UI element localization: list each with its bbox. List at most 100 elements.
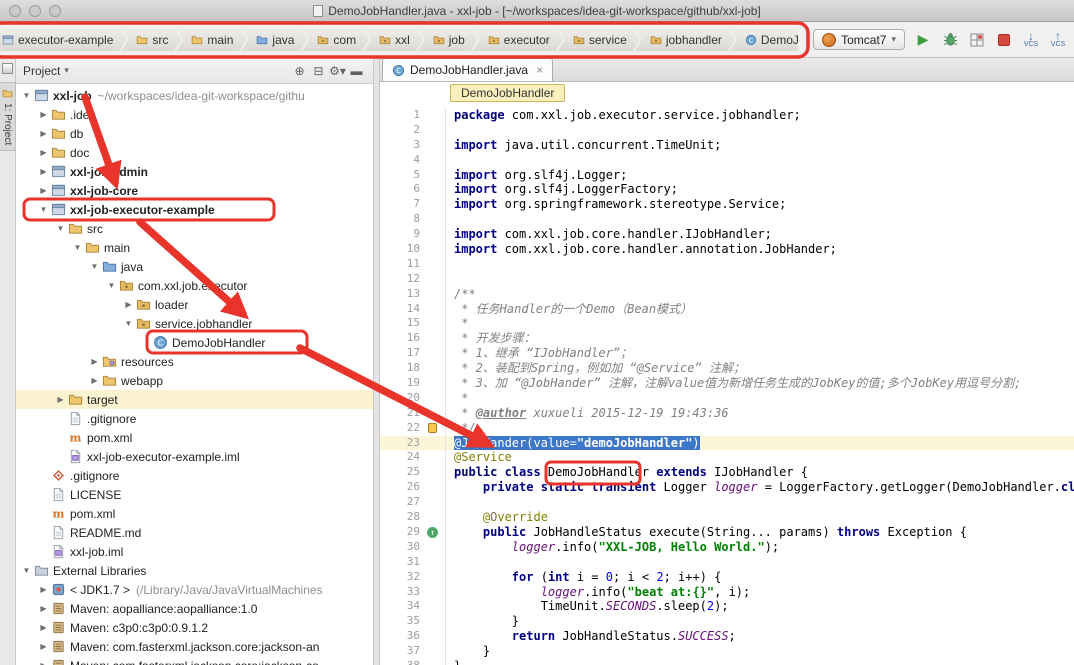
gutter[interactable] bbox=[420, 614, 446, 629]
line-number[interactable]: 7 bbox=[380, 197, 420, 212]
tree-item-loader[interactable]: ▶loader bbox=[16, 295, 373, 314]
code-line-35[interactable]: 35 } bbox=[380, 614, 1074, 629]
chevron-right-icon[interactable]: ▶ bbox=[88, 357, 101, 366]
code-line-31[interactable]: 31 bbox=[380, 555, 1074, 570]
line-number[interactable]: 14 bbox=[380, 302, 420, 317]
gutter[interactable] bbox=[420, 257, 446, 272]
debug-button[interactable] bbox=[940, 29, 960, 50]
tree-item-java[interactable]: ▼java bbox=[16, 257, 373, 276]
tree-item-xxl-job-iml[interactable]: xxl-job.iml bbox=[16, 542, 373, 561]
tree-item-maven-c3p0-c3p0-0-9-1-2[interactable]: ▶Maven: c3p0:c3p0:0.9.1.2 bbox=[16, 618, 373, 637]
code-editor[interactable]: 1package com.xxl.job.executor.service.jo… bbox=[380, 104, 1074, 665]
gutter[interactable] bbox=[420, 510, 446, 525]
code-line-20[interactable]: 20 * bbox=[380, 391, 1074, 406]
line-number[interactable]: 34 bbox=[380, 599, 420, 614]
code-line-22[interactable]: 22 */ bbox=[380, 421, 1074, 436]
code-line-19[interactable]: 19 * 3、加 “@JobHander” 注解，注解value值为新增任务生成… bbox=[380, 376, 1074, 391]
gutter[interactable] bbox=[420, 182, 446, 197]
nav-item-service[interactable]: service bbox=[558, 28, 640, 51]
tree-item-gitignore[interactable]: .gitignore bbox=[16, 409, 373, 428]
vcs-update-button[interactable]: ↓VCS bbox=[1021, 29, 1041, 50]
line-number[interactable]: 13 bbox=[380, 287, 420, 302]
gutter[interactable] bbox=[420, 108, 446, 123]
intention-bulb-icon[interactable] bbox=[428, 423, 437, 433]
gutter[interactable] bbox=[420, 555, 446, 570]
code-line-4[interactable]: 4 bbox=[380, 153, 1074, 168]
tree-item-idea[interactable]: ▶.idea bbox=[16, 105, 373, 124]
chevron-down-icon[interactable]: ▼ bbox=[20, 91, 33, 100]
chevron-right-icon[interactable]: ▶ bbox=[37, 148, 50, 157]
tree-item-doc[interactable]: ▶doc bbox=[16, 143, 373, 162]
stop-button[interactable] bbox=[994, 29, 1014, 50]
nav-item-jobhandler[interactable]: jobhandler bbox=[635, 28, 735, 51]
close-icon[interactable]: × bbox=[536, 63, 543, 77]
code-line-1[interactable]: 1package com.xxl.job.executor.service.jo… bbox=[380, 108, 1074, 123]
nav-item-java[interactable]: java bbox=[241, 28, 307, 51]
line-number[interactable]: 10 bbox=[380, 242, 420, 257]
code-line-16[interactable]: 16 * 开发步骤： bbox=[380, 331, 1074, 346]
code-line-14[interactable]: 14 * 任务Handler的一个Demo（Bean模式） bbox=[380, 302, 1074, 317]
tree-item-jdk1-7[interactable]: ▶< JDK1.7 >(/Library/Java/JavaVirtualMac… bbox=[16, 580, 373, 599]
code-line-32[interactable]: 32 for (int i = 0; i < 2; i++) { bbox=[380, 570, 1074, 585]
gutter[interactable] bbox=[420, 570, 446, 585]
settings-icon[interactable]: ⚙▾ bbox=[328, 64, 347, 78]
tree-item-maven-com-fasterxml-jackson-core-jackson-an[interactable]: ▶Maven: com.fasterxml.jackson.core:jacks… bbox=[16, 637, 373, 656]
chevron-down-icon[interactable]: ▾ bbox=[64, 65, 69, 76]
line-number[interactable]: 31 bbox=[380, 555, 420, 570]
nav-item-main[interactable]: main bbox=[176, 28, 246, 51]
gutter[interactable] bbox=[420, 465, 446, 480]
code-line-21[interactable]: 21 * @author xuxueli 2015-12-19 19:43:36 bbox=[380, 406, 1074, 421]
code-line-34[interactable]: 34 TimeUnit.SECONDS.sleep(2); bbox=[380, 599, 1074, 614]
line-number[interactable]: 5 bbox=[380, 168, 420, 183]
chevron-down-icon[interactable]: ▼ bbox=[20, 566, 33, 575]
code-line-15[interactable]: 15 * bbox=[380, 316, 1074, 331]
line-number[interactable]: 18 bbox=[380, 361, 420, 376]
gutter[interactable] bbox=[420, 659, 446, 665]
override-marker-icon[interactable]: ↑ bbox=[427, 527, 438, 538]
gutter[interactable] bbox=[420, 272, 446, 287]
code-line-11[interactable]: 11 bbox=[380, 257, 1074, 272]
gutter[interactable] bbox=[420, 585, 446, 600]
tree-item-pom-xml[interactable]: mpom.xml bbox=[16, 504, 373, 523]
line-number[interactable]: 8 bbox=[380, 212, 420, 227]
tree-item-pom-xml[interactable]: mpom.xml bbox=[16, 428, 373, 447]
line-number[interactable]: 36 bbox=[380, 629, 420, 644]
line-number[interactable]: 12 bbox=[380, 272, 420, 287]
tree-item-target[interactable]: ▶target bbox=[16, 390, 373, 409]
line-number[interactable]: 21 bbox=[380, 406, 420, 421]
chevron-right-icon[interactable]: ▶ bbox=[37, 642, 50, 651]
line-number[interactable]: 19 bbox=[380, 376, 420, 391]
line-number[interactable]: 11 bbox=[380, 257, 420, 272]
gutter[interactable] bbox=[420, 168, 446, 183]
chevron-down-icon[interactable]: ▼ bbox=[122, 319, 135, 328]
code-line-5[interactable]: 5import org.slf4j.Logger; bbox=[380, 168, 1074, 183]
line-number[interactable]: 16 bbox=[380, 331, 420, 346]
chevron-down-icon[interactable]: ▼ bbox=[105, 281, 118, 290]
line-number[interactable]: 22 bbox=[380, 421, 420, 436]
gutter[interactable] bbox=[420, 391, 446, 406]
line-number[interactable]: 17 bbox=[380, 346, 420, 361]
gutter[interactable] bbox=[420, 376, 446, 391]
line-number[interactable]: 1 bbox=[380, 108, 420, 123]
chevron-right-icon[interactable]: ▶ bbox=[37, 623, 50, 632]
chevron-right-icon[interactable]: ▶ bbox=[54, 395, 67, 404]
line-number[interactable]: 26 bbox=[380, 480, 420, 495]
tree-item-service-jobhandler[interactable]: ▼service.jobhandler bbox=[16, 314, 373, 333]
line-number[interactable]: 29 bbox=[380, 525, 420, 540]
line-number[interactable]: 32 bbox=[380, 570, 420, 585]
code-line-30[interactable]: 30 logger.info("XXL-JOB, Hello World."); bbox=[380, 540, 1074, 555]
hide-icon[interactable]: ▬ bbox=[347, 64, 366, 78]
code-line-25[interactable]: 25public class DemoJobHandler extends IJ… bbox=[380, 465, 1074, 480]
code-line-23[interactable]: 23@JobHander(value="demoJobHandler") bbox=[380, 436, 1074, 451]
chevron-down-icon[interactable]: ▼ bbox=[88, 262, 101, 271]
gutter[interactable] bbox=[420, 406, 446, 421]
chevron-right-icon[interactable]: ▶ bbox=[88, 376, 101, 385]
line-number[interactable]: 27 bbox=[380, 495, 420, 510]
tree-item-xxl-job-executor-example[interactable]: ▼xxl-job-executor-example bbox=[16, 200, 373, 219]
tree-item-com-xxl-job-executor[interactable]: ▼com.xxl.job.executor bbox=[16, 276, 373, 295]
gutter[interactable] bbox=[420, 302, 446, 317]
gutter[interactable] bbox=[420, 450, 446, 465]
collapse-all-icon[interactable]: ⊟ bbox=[309, 64, 328, 78]
line-number[interactable]: 20 bbox=[380, 391, 420, 406]
line-number[interactable]: 3 bbox=[380, 138, 420, 153]
